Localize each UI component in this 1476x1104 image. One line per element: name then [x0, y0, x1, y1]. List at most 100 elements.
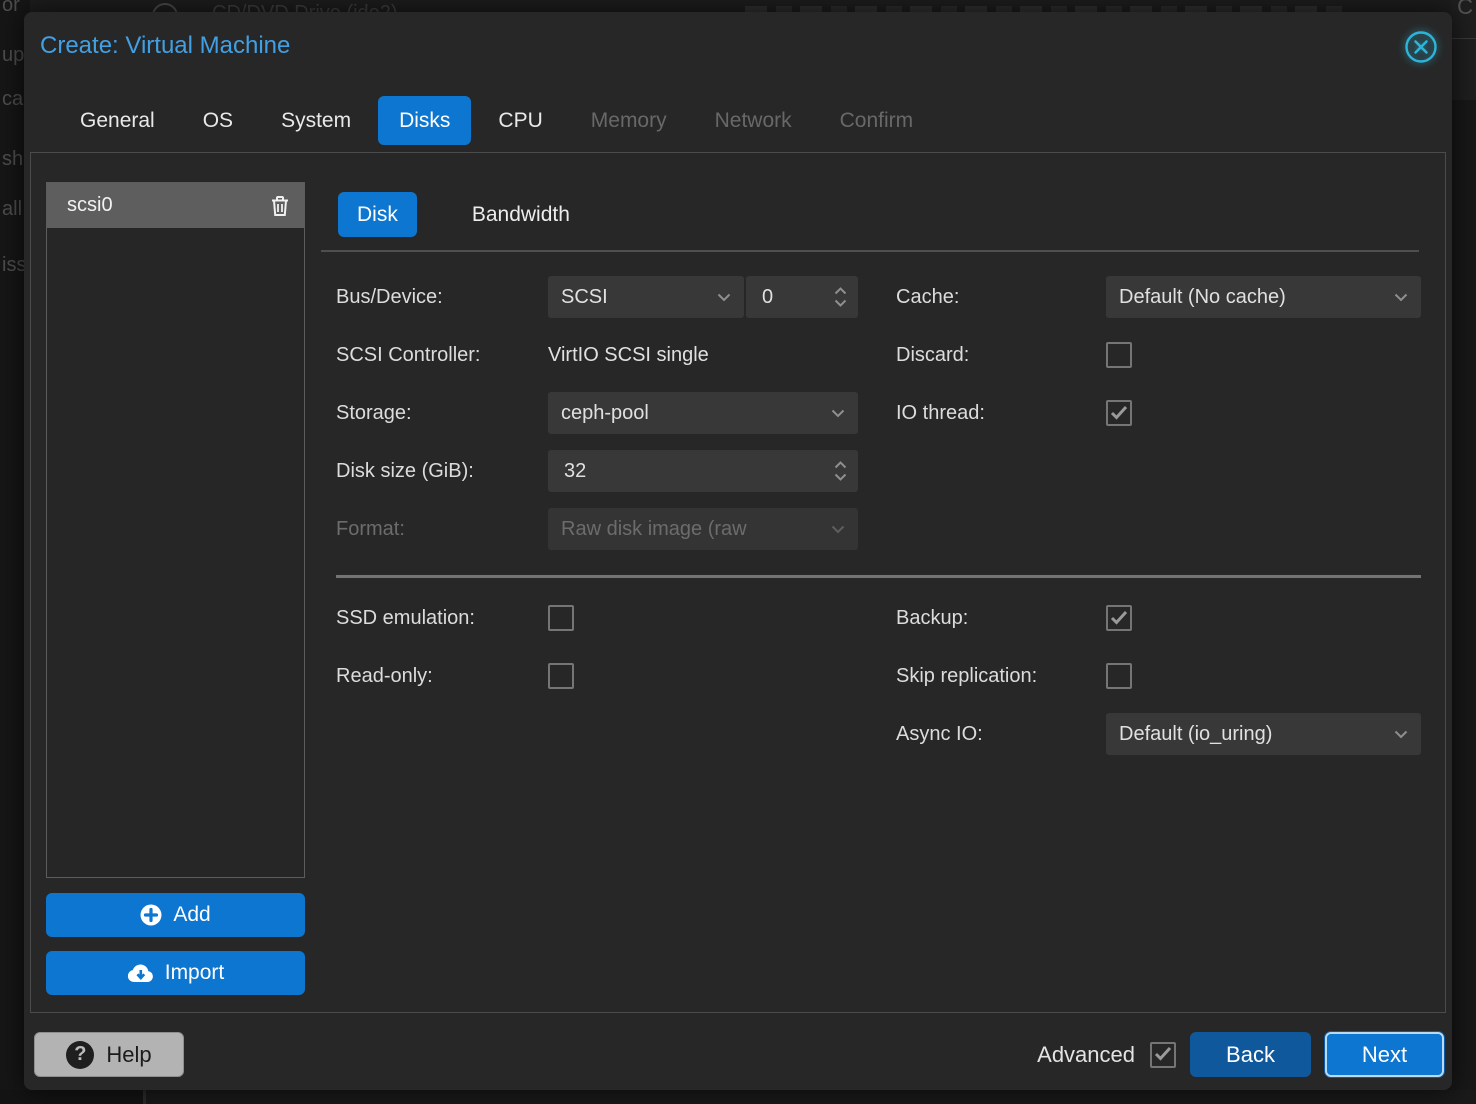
add-disk-label: Add	[173, 903, 210, 927]
close-icon[interactable]	[1404, 30, 1438, 64]
async-io-select[interactable]: Default (io_uring)	[1106, 713, 1421, 755]
disk-subtabs: Disk Bandwidth	[338, 192, 589, 237]
import-disk-button[interactable]: Import	[46, 951, 305, 995]
next-button[interactable]: Next	[1325, 1032, 1444, 1077]
import-disk-label: Import	[165, 961, 225, 985]
tab-label: Disks	[399, 109, 450, 133]
backup-label: Backup:	[896, 607, 1106, 630]
ssd-emulation-checkbox[interactable]	[548, 605, 574, 631]
tab-label: Confirm	[840, 109, 914, 133]
device-number-value: 0	[762, 286, 773, 309]
device-number-input[interactable]: 0	[746, 276, 858, 318]
format-select: Raw disk image (raw	[548, 508, 858, 550]
subtab-divider	[321, 250, 1419, 252]
spinner-arrows-icon[interactable]	[834, 287, 847, 307]
io-thread-row: IO thread:	[896, 392, 1421, 434]
async-io-row: Async IO: Default (io_uring)	[896, 713, 1421, 755]
format-label: Format:	[336, 518, 548, 541]
discard-label: Discard:	[896, 344, 1106, 367]
add-disk-button[interactable]: Add	[46, 893, 305, 937]
discard-row: Discard:	[896, 334, 1421, 376]
scsi-controller-value: VirtIO SCSI single	[548, 344, 709, 367]
disks-tab-content: scsi0 Add	[30, 152, 1446, 1013]
tab-disks[interactable]: Disks	[378, 96, 471, 145]
sidebar-fragment: up	[2, 44, 24, 67]
async-io-label: Async IO:	[896, 723, 1106, 746]
read-only-label: Read-only:	[336, 665, 548, 688]
cache-select[interactable]: Default (No cache)	[1106, 276, 1421, 318]
ssd-emulation-label: SSD emulation:	[336, 607, 548, 630]
scsi-controller-row: SCSI Controller: VirtIO SCSI single	[336, 334, 858, 376]
tab-cpu[interactable]: CPU	[477, 96, 563, 145]
sidebar-fragment: all	[2, 198, 22, 221]
skip-replication-row: Skip replication:	[896, 655, 1421, 697]
trash-icon[interactable]	[270, 195, 290, 217]
sidebar-fragment: iss	[2, 254, 26, 277]
screen: CD/DVD Drive (ide2) or up ca sh all iss …	[0, 0, 1476, 1104]
io-thread-checkbox[interactable]	[1106, 400, 1132, 426]
ssd-emulation-row: SSD emulation:	[336, 597, 858, 639]
sidebar-fragment: or	[2, 0, 20, 17]
advanced-label: Advanced	[1037, 1042, 1135, 1068]
scsi-controller-label: SCSI Controller:	[336, 344, 548, 367]
bus-device-label: Bus/Device:	[336, 286, 548, 309]
background-bottom-panel	[146, 1090, 1476, 1104]
disk-size-value: 32	[564, 460, 586, 483]
io-thread-label: IO thread:	[896, 402, 1106, 425]
chevron-down-icon	[1394, 293, 1408, 302]
tab-memory: Memory	[570, 96, 688, 145]
skip-replication-label: Skip replication:	[896, 665, 1106, 688]
tab-network: Network	[694, 96, 813, 145]
back-button[interactable]: Back	[1190, 1032, 1311, 1077]
disk-list-item-scsi0[interactable]: scsi0	[47, 183, 304, 228]
chevron-down-icon	[831, 409, 845, 418]
spinner-arrows-icon[interactable]	[834, 461, 847, 481]
cache-select-value: Default (No cache)	[1119, 286, 1286, 309]
bus-device-row: Bus/Device: SCSI 0	[336, 276, 858, 318]
skip-replication-checkbox[interactable]	[1106, 663, 1132, 689]
background-right-panel	[1451, 100, 1476, 1104]
tab-label: General	[80, 109, 155, 133]
backup-row: Backup:	[896, 597, 1421, 639]
read-only-checkbox[interactable]	[548, 663, 574, 689]
dialog-title: Create: Virtual Machine	[40, 32, 290, 60]
advanced-section-divider	[336, 575, 1421, 578]
storage-select[interactable]: ceph-pool	[548, 392, 858, 434]
dialog-footer: ? Help Advanced Back Next	[24, 1013, 1452, 1090]
chevron-down-icon	[831, 525, 845, 534]
async-io-select-value: Default (io_uring)	[1119, 723, 1272, 746]
subtab-disk[interactable]: Disk	[338, 192, 417, 237]
discard-checkbox[interactable]	[1106, 342, 1132, 368]
format-row: Format: Raw disk image (raw	[336, 508, 858, 550]
disk-list-panel: scsi0	[46, 182, 305, 878]
footer-actions: Advanced Back Next	[1037, 1032, 1444, 1077]
background-right-divider	[1451, 38, 1476, 39]
backup-checkbox[interactable]	[1106, 605, 1132, 631]
tab-label: CPU	[498, 109, 542, 133]
tab-os[interactable]: OS	[182, 96, 254, 145]
bus-select-value: SCSI	[561, 286, 608, 309]
disk-size-row: Disk size (GiB): 32	[336, 450, 858, 492]
help-button[interactable]: ? Help	[34, 1032, 184, 1077]
tab-label: Network	[715, 109, 792, 133]
subtab-bandwidth[interactable]: Bandwidth	[453, 192, 589, 237]
bus-select[interactable]: SCSI	[548, 276, 744, 318]
storage-row: Storage: ceph-pool	[336, 392, 858, 434]
sidebar-fragment: sh	[2, 148, 23, 171]
chevron-down-icon	[717, 293, 731, 302]
disk-item-label: scsi0	[67, 194, 270, 217]
help-label: Help	[106, 1042, 151, 1068]
tab-general[interactable]: General	[59, 96, 176, 145]
chevron-down-icon	[1394, 730, 1408, 739]
tab-system[interactable]: System	[260, 96, 372, 145]
wizard-tabs: General OS System Disks CPU Memory Netwo…	[59, 96, 934, 145]
read-only-row: Read-only:	[336, 655, 858, 697]
storage-label: Storage:	[336, 402, 548, 425]
subtab-label: Disk	[357, 203, 398, 227]
advanced-checkbox[interactable]	[1150, 1042, 1176, 1068]
disk-size-input[interactable]: 32	[548, 450, 858, 492]
background-right-edge: C	[1451, 0, 1476, 1104]
storage-select-value: ceph-pool	[561, 402, 649, 425]
format-select-value: Raw disk image (raw	[561, 518, 747, 541]
sidebar-fragment: ca	[2, 88, 23, 111]
